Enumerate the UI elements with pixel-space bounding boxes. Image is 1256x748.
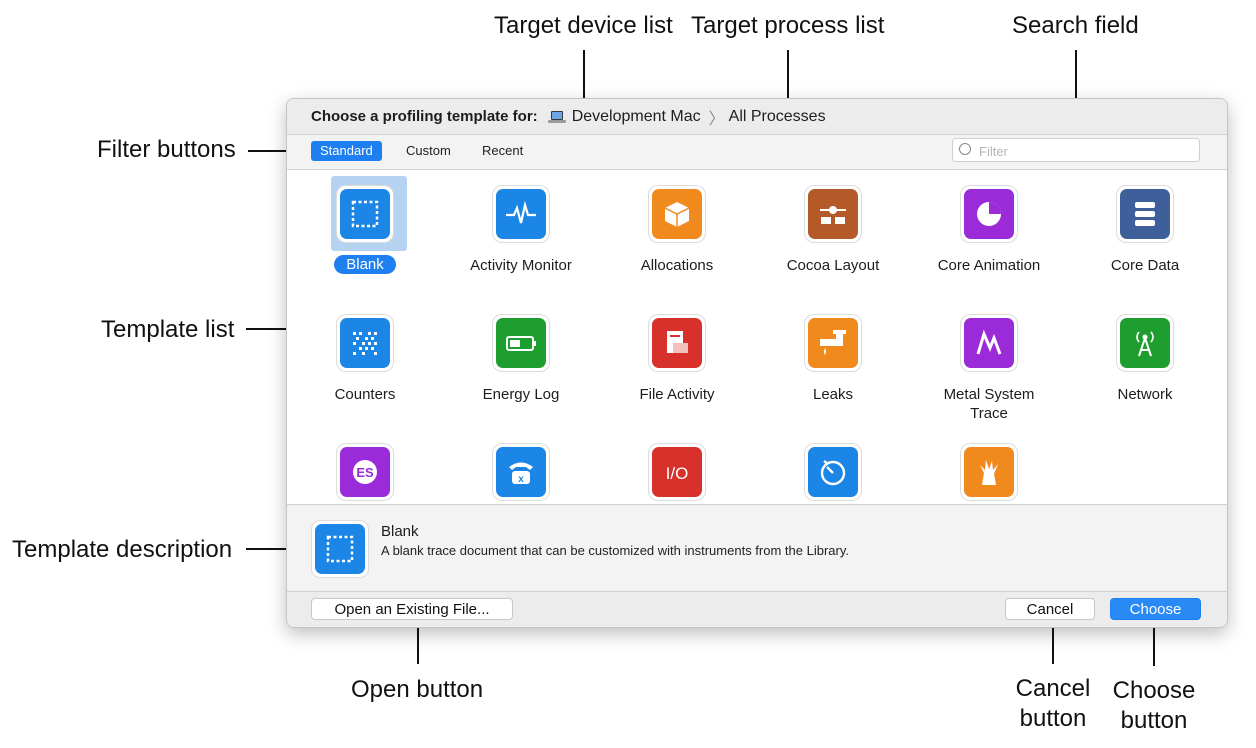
target-process-label: All Processes (728, 107, 826, 125)
description-text: A blank trace document that can be custo… (381, 543, 849, 558)
template-label: Metal System Trace (943, 386, 1035, 422)
description-title: Blank (381, 523, 419, 540)
callout-target-process-list: Target process list (691, 12, 885, 39)
search-icon (959, 143, 971, 155)
template-description: Blank A blank trace document that can be… (287, 505, 1227, 592)
zombies-icon (964, 447, 1014, 497)
filter-bar: Standard Custom Recent (287, 135, 1227, 170)
callout-template-description: Template description (12, 536, 233, 563)
callout-open-button: Open button (351, 676, 484, 703)
template-icon-frame (961, 315, 1017, 371)
template-list: Blank Activity Monitor Allocations Cocoa… (287, 170, 1227, 505)
file-activity-icon (652, 318, 702, 368)
template-icon-frame: ES (337, 444, 393, 500)
choose-button[interactable]: Choose (1110, 598, 1201, 620)
svg-text:ES: ES (356, 465, 374, 480)
template-label: Cocoa Layout (786, 257, 880, 274)
system-usage-icon: x (496, 447, 546, 497)
search-input[interactable] (977, 141, 1191, 161)
callout-cancel-line1: Cancel (1015, 675, 1091, 702)
target-device-label: Development Mac (571, 107, 701, 125)
counters-icon (340, 318, 390, 368)
template-chooser-window: Choose a profiling template for: Develop… (286, 98, 1228, 628)
template-icon-frame (337, 315, 393, 371)
callout-cancel-button: Cancel button (1016, 674, 1091, 734)
template-icon-frame: I/O (649, 444, 705, 500)
template-label: Core Data (1110, 257, 1180, 274)
template-icon-frame: x (493, 444, 549, 500)
callout-template-list: Template list (101, 316, 235, 343)
core-animation-icon (964, 189, 1014, 239)
template-icon-frame (493, 186, 549, 242)
svg-text:I/O: I/O (666, 464, 689, 483)
allocations-icon (652, 189, 702, 239)
template-icon-frame (805, 444, 861, 500)
dialog-title: Choose a profiling template for: (311, 108, 538, 125)
template-label: Counters (334, 386, 396, 403)
template-label: Leaks (812, 386, 854, 403)
target-process-selector[interactable]: All Processes (729, 108, 826, 126)
callout-choose-line2: button (1120, 707, 1188, 734)
template-label: File Activity (639, 386, 715, 403)
callout-line-process (787, 50, 789, 98)
template-icon-frame (493, 315, 549, 371)
opengl-es-icon: ES (340, 447, 390, 497)
template-icon-frame (805, 315, 861, 371)
template-icon-frame (649, 315, 705, 371)
template-icon-frame (961, 186, 1017, 242)
template-label: Energy Log (482, 386, 560, 403)
callout-search-field: Search field (1012, 12, 1139, 39)
filter-recent-button[interactable]: Recent (473, 141, 532, 161)
cancel-button[interactable]: Cancel (1005, 598, 1095, 620)
blank-icon (340, 189, 390, 239)
template-label: Allocations (640, 257, 714, 274)
template-icon-frame (1117, 186, 1173, 242)
network-icon (1120, 318, 1170, 368)
chevron-right-icon: 〉 (708, 110, 725, 128)
blank-icon (315, 524, 365, 574)
template-label: Blank (290, 255, 440, 274)
metal-system-trace-icon (964, 318, 1014, 368)
template-icon-frame (961, 444, 1017, 500)
template-icon-frame (805, 186, 861, 242)
open-existing-file-button[interactable]: Open an Existing File... (311, 598, 513, 620)
target-device-selector[interactable]: Development Mac (547, 107, 701, 126)
description-icon-frame (312, 521, 368, 577)
core-data-icon (1120, 189, 1170, 239)
energy-log-icon (496, 318, 546, 368)
bottom-bar: Open an Existing File... Cancel Choose (287, 592, 1227, 627)
template-icon-frame (649, 186, 705, 242)
leaks-icon (808, 318, 858, 368)
callout-choose-line1: Choose (1112, 677, 1196, 704)
callout-choose-button: Choose button (1113, 676, 1196, 736)
activity-monitor-icon (496, 189, 546, 239)
callout-target-device-list: Target device list (494, 12, 673, 39)
io-activity-icon: I/O (652, 447, 702, 497)
template-label: Network (1117, 386, 1173, 403)
svg-text:x: x (518, 474, 524, 485)
cocoa-layout-icon (808, 189, 858, 239)
titlebar: Choose a profiling template for: Develop… (287, 99, 1227, 135)
template-label: Activity Monitor (470, 257, 572, 274)
filter-standard-button[interactable]: Standard (311, 141, 382, 161)
search-field[interactable] (952, 138, 1200, 162)
callout-cancel-line2: button (1019, 705, 1087, 732)
callout-line-device (583, 50, 585, 98)
template-icon-frame (1117, 315, 1173, 371)
time-profiler-icon (808, 447, 858, 497)
laptop-icon (547, 110, 566, 123)
template-icon-frame (337, 186, 393, 242)
callout-filter-buttons: Filter buttons (97, 136, 236, 163)
template-label: Core Animation (937, 257, 1041, 274)
filter-custom-button[interactable]: Custom (397, 141, 460, 161)
template-label-text: Blank (334, 255, 396, 274)
